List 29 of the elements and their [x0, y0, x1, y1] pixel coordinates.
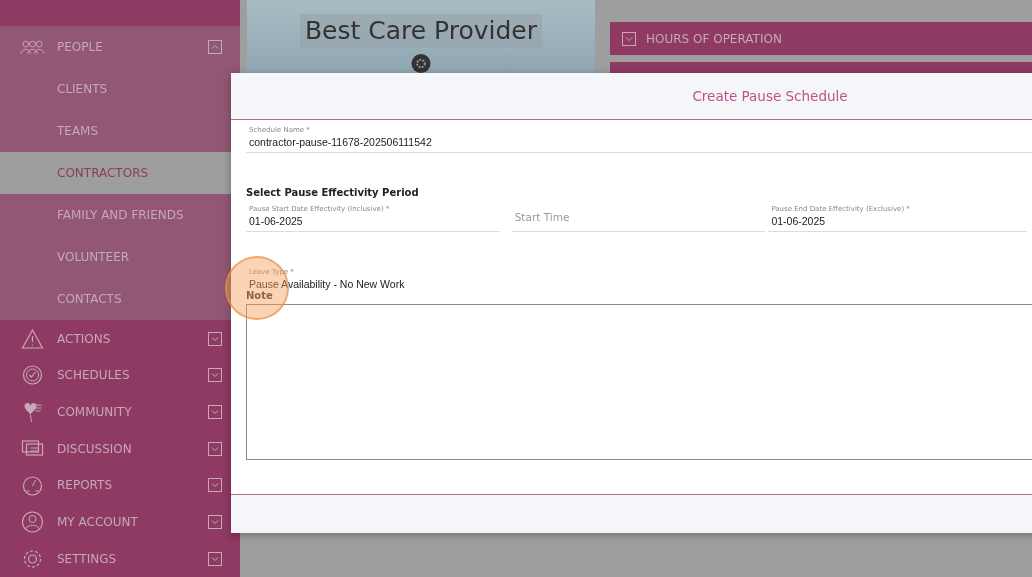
- expand-icon[interactable]: [208, 405, 222, 420]
- collapse-icon[interactable]: [208, 40, 222, 55]
- clock-icon: [20, 363, 45, 388]
- expand-icon[interactable]: [208, 368, 222, 383]
- nav-item[interactable]: SCHEDULES: [57, 368, 196, 383]
- gauge-icon: [20, 473, 45, 498]
- warning-icon: [20, 326, 45, 351]
- nav-item[interactable]: PEOPLE: [57, 40, 196, 55]
- nav-item[interactable]: SETTINGS: [57, 551, 196, 566]
- start-time-field[interactable]: Start Time: [511, 198, 766, 232]
- expand-icon[interactable]: [208, 551, 222, 566]
- expand-icon[interactable]: [208, 441, 222, 456]
- expand-icon[interactable]: [622, 31, 636, 46]
- nav-item[interactable]: ACTIONS: [57, 331, 196, 346]
- section-title: HOURS OF OPERATION: [646, 31, 782, 46]
- nav-item[interactable]: COMMUNITY: [57, 405, 196, 420]
- note-label: Note: [246, 290, 274, 301]
- nav-item[interactable]: REPORTS: [57, 478, 196, 493]
- expand-icon[interactable]: [208, 515, 222, 529]
- nav-item[interactable]: DISCUSSION: [57, 441, 196, 456]
- section-header[interactable]: HOURS OF OPERATION: [610, 22, 1032, 55]
- user-icon: [20, 510, 45, 534]
- expand-icon[interactable]: [208, 478, 222, 493]
- dialog-title: Create Pause Schedule: [692, 88, 848, 104]
- profile-title: Best Care Provider: [299, 14, 543, 48]
- nav-item[interactable]: MY ACCOUNT: [57, 515, 196, 529]
- expand-icon[interactable]: [208, 331, 222, 346]
- note-field[interactable]: [246, 304, 1032, 460]
- section-heading: Select Pause Effectivity Period: [246, 187, 420, 198]
